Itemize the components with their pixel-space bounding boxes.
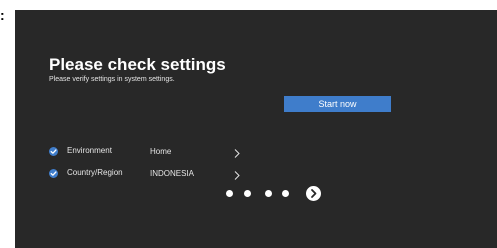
page-dot[interactable]: [282, 190, 289, 197]
setting-row-country-region[interactable]: Country/Region INDONESIA: [49, 167, 249, 181]
chevron-right-icon[interactable]: [233, 146, 241, 158]
start-now-button[interactable]: Start now: [284, 96, 391, 112]
setting-value: INDONESIA: [150, 169, 195, 178]
setting-label: Environment: [67, 146, 112, 155]
page-subtitle: Please verify settings in system setting…: [49, 76, 175, 83]
setting-value: Home: [150, 147, 172, 156]
chevron-right-icon[interactable]: [233, 168, 241, 180]
page-dot[interactable]: [244, 190, 251, 197]
page-dot[interactable]: [265, 190, 272, 197]
stray-colon: :: [0, 7, 5, 23]
setting-label: Country/Region: [67, 168, 123, 177]
check-circle-icon: [49, 147, 58, 156]
page-dot[interactable]: [226, 190, 233, 197]
arrow-right-circle-icon[interactable]: [306, 186, 321, 201]
check-circle-icon: [49, 169, 58, 178]
setting-row-environment[interactable]: Environment Home: [49, 145, 249, 159]
page-title: Please check settings: [49, 55, 226, 74]
setup-screen: Please check settings Please verify sett…: [15, 10, 497, 248]
